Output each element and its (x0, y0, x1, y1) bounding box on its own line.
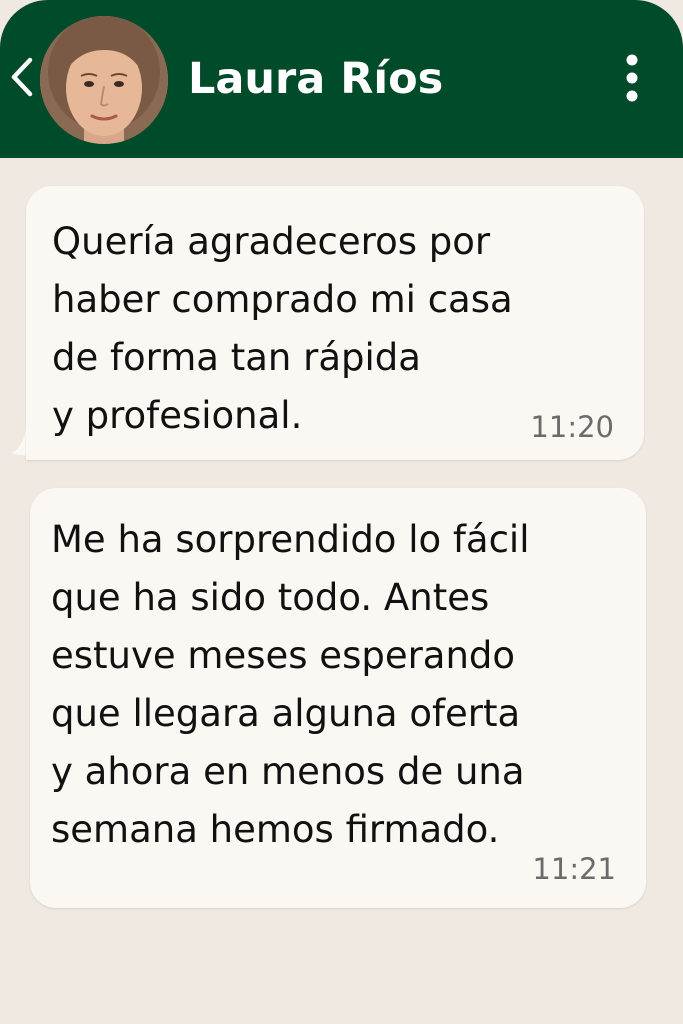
message-bubble[interactable]: Quería agradeceros por haber comprado mi… (26, 186, 644, 460)
message-text: Me ha sorprendido lo fácil que ha sido t… (51, 518, 530, 851)
contact-avatar[interactable] (40, 16, 168, 144)
message-bubble[interactable]: Me ha sorprendido lo fácil que ha sido t… (30, 488, 646, 908)
message-time: 11:20 (530, 410, 614, 444)
chat-header: Laura Ríos (0, 0, 683, 158)
message-time: 11:21 (532, 852, 616, 886)
message-text: Quería agradeceros por haber comprado mi… (52, 220, 513, 437)
chevron-left-icon[interactable] (6, 52, 36, 102)
contact-name[interactable]: Laura Ríos (188, 52, 443, 106)
more-vertical-icon[interactable] (612, 50, 652, 106)
